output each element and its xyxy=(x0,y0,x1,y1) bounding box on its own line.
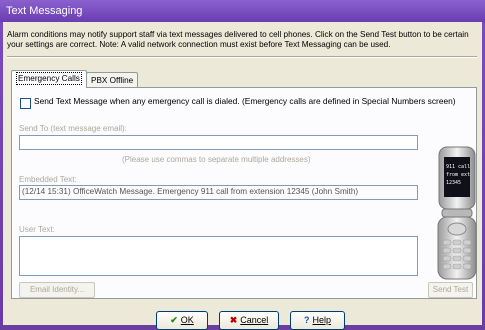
tab-emergency-calls-label: Emergency Calls xyxy=(16,72,82,85)
text-messaging-window: Text Messaging Alarm conditions may noti… xyxy=(0,0,485,330)
divider xyxy=(7,56,477,58)
send-text-checkbox-label[interactable]: Send Text Message when any emergency cal… xyxy=(34,96,456,106)
check-icon: ✔ xyxy=(170,315,178,325)
send-to-hint: (Please use commas to separate multiple … xyxy=(122,155,311,164)
tab-pbx-offline-label: PBX Offline xyxy=(91,76,134,85)
flip-phone-image: 911 call from ext 12345 xyxy=(437,146,477,280)
emergency-calls-panel: Send Text Message when any emergency cal… xyxy=(11,87,477,299)
ok-button[interactable]: ✔ OK xyxy=(156,311,208,330)
dialog-client-area: Alarm conditions may notify support staf… xyxy=(3,22,482,330)
ok-button-label: OK xyxy=(180,315,194,325)
cancel-button-label: Cancel xyxy=(240,315,269,325)
help-button[interactable]: ? Help xyxy=(290,311,345,330)
phone-screen-line-1: 911 call xyxy=(446,164,470,170)
tab-pbx-offline[interactable]: PBX Offline xyxy=(86,72,139,88)
user-text-input[interactable] xyxy=(19,236,418,276)
phone-screen-line-2: from ext xyxy=(446,172,470,178)
x-icon: ✖ xyxy=(229,315,238,325)
send-to-label: Send To (text message email): xyxy=(19,124,127,133)
cancel-button[interactable]: ✖ Cancel xyxy=(219,311,279,330)
send-to-input[interactable] xyxy=(19,135,418,150)
embedded-text-label: Embedded Text: xyxy=(19,175,77,184)
email-identity-button[interactable]: Email Identity... xyxy=(19,282,95,298)
help-button-label: Help xyxy=(312,315,331,325)
question-icon: ? xyxy=(303,315,310,325)
window-title: Text Messaging xyxy=(0,0,485,22)
tab-emergency-calls[interactable]: Emergency Calls xyxy=(11,70,87,88)
phone-screen-line-3: 12345 xyxy=(446,180,461,186)
embedded-text-field: (12/14 15:31) OfficeWatch Message. Emerg… xyxy=(19,185,418,200)
user-text-label: User Text: xyxy=(19,225,55,234)
description-text: Alarm conditions may notify support staf… xyxy=(7,30,469,49)
send-text-checkbox[interactable] xyxy=(20,98,31,109)
